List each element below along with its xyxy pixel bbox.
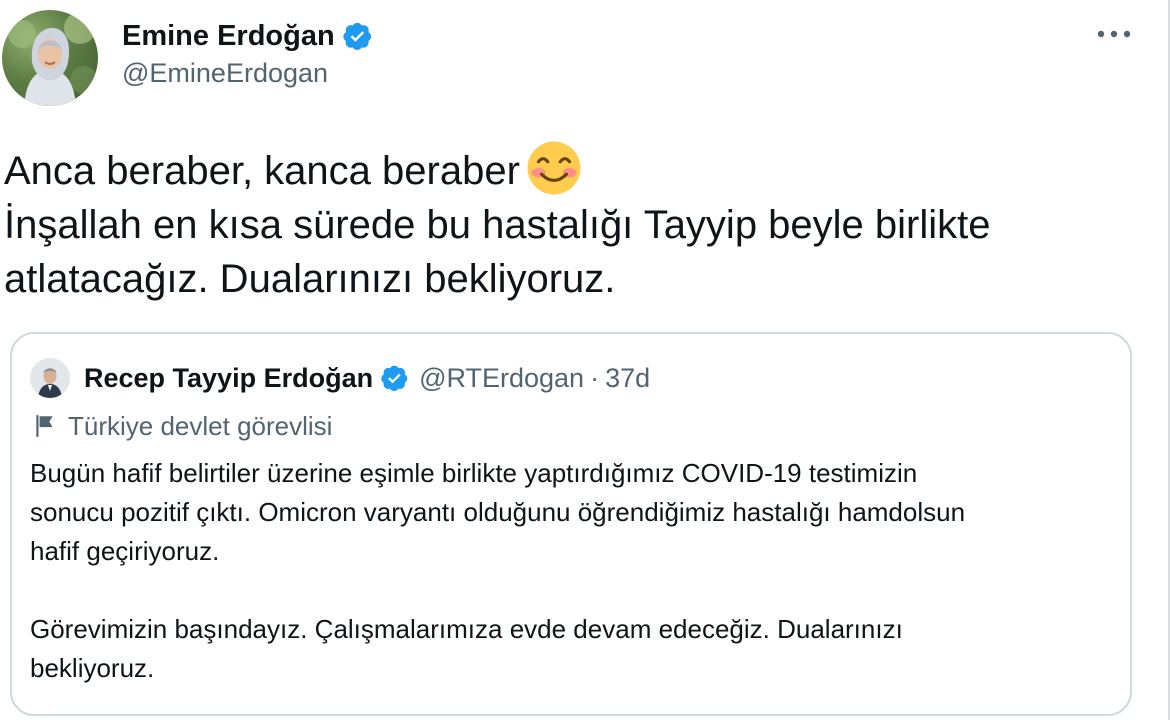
- quoted-avatar-image: [30, 358, 70, 398]
- quoted-tweet-header: Recep Tayyip Erdoğan @RTErdogan · 37d: [30, 356, 650, 400]
- flag-icon: [36, 415, 53, 437]
- quoted-text-line-1: Bugün hafif belirtiler üzerine eşimle bi…: [30, 458, 918, 488]
- quoted-text-line-3: hafif geçiriyoruz.: [30, 536, 220, 566]
- quoted-author-avatar[interactable]: [30, 358, 70, 398]
- verified-badge-icon: [343, 22, 371, 50]
- tweet-container: Emine Erdoğan @EmineErdogan Anca beraber…: [0, 0, 1170, 720]
- quoted-text-line-4: Görevimizin başındayız. Çalışmalarımıza …: [30, 614, 903, 644]
- tweet-text-line: Anca beraber, kanca beraber: [4, 140, 1154, 198]
- author-name-row: Emine Erdoğan: [122, 16, 373, 56]
- author-handle[interactable]: @EmineErdogan: [122, 58, 373, 89]
- tweet-text-line-1: Anca beraber, kanca beraber: [4, 149, 520, 193]
- government-label[interactable]: Türkiye devlet görevlisi: [32, 406, 332, 446]
- author-avatar[interactable]: [2, 10, 98, 106]
- avatar-image: [8, 12, 98, 106]
- author-block: Emine Erdoğan @EmineErdogan: [122, 16, 373, 89]
- meta-separator: ·: [590, 362, 600, 393]
- quoted-tweet-time[interactable]: 37d: [605, 363, 650, 394]
- quoted-tweet-text: Bugün hafif belirtiler üzerine eşimle bi…: [30, 454, 1110, 688]
- more-horizontal-icon: [1097, 30, 1131, 38]
- author-display-name[interactable]: Emine Erdoğan: [122, 20, 335, 53]
- verified-badge-icon: [381, 365, 408, 392]
- tweet-text: Anca beraber, kanca beraber İnşallah en …: [4, 140, 1154, 306]
- quoted-text-line-2: sonucu pozitif çıktı. Omicron varyantı o…: [30, 497, 966, 527]
- more-options-button[interactable]: [1094, 22, 1134, 46]
- tweet-text-line-3: atlatacağız. Dualarınızı bekliyoruz.: [4, 257, 616, 301]
- smiling-face-emoji-icon: [527, 141, 581, 195]
- quoted-tweet-card[interactable]: Recep Tayyip Erdoğan @RTErdogan · 37d Tü…: [10, 332, 1132, 716]
- quoted-author-name[interactable]: Recep Tayyip Erdoğan: [84, 363, 373, 394]
- quoted-text-line-5: bekliyoruz.: [30, 653, 155, 683]
- quoted-author-handle[interactable]: @RTErdogan: [419, 363, 584, 394]
- government-label-text: Türkiye devlet görevlisi: [68, 410, 333, 441]
- tweet-text-line-2: İnşallah en kısa sürede bu hastalığı Tay…: [4, 203, 991, 247]
